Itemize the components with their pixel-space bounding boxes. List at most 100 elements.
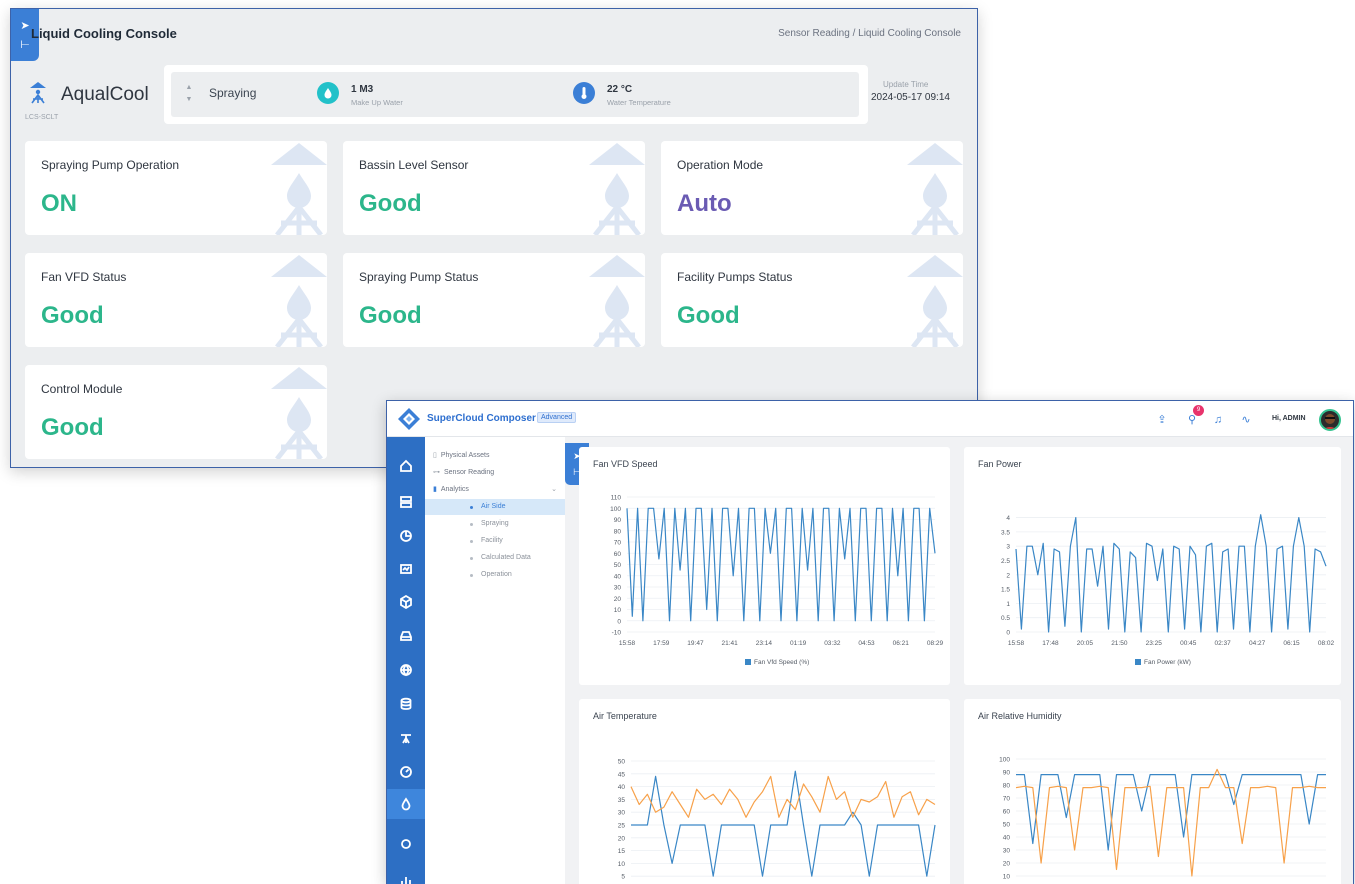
- rail-servers[interactable]: [387, 487, 425, 517]
- rail-packages[interactable]: [387, 587, 425, 617]
- series-line: [630, 775, 936, 818]
- tree-sub-air-side[interactable]: Air Side: [425, 499, 565, 515]
- water-temp-label: Water Temperature: [607, 98, 671, 107]
- globe-icon: [400, 664, 412, 677]
- send-icon: ➤: [20, 20, 30, 32]
- supercloud-logo-icon[interactable]: [397, 407, 421, 431]
- y-tick-label: 20: [1003, 861, 1011, 868]
- y-tick-label: 30: [1003, 848, 1011, 855]
- rail-network[interactable]: [387, 655, 425, 685]
- bar-chart-icon: [401, 877, 411, 884]
- x-tick-label: 03:32: [824, 640, 841, 647]
- tree-item-sensor-reading[interactable]: ⊶ Sensor Reading: [433, 468, 494, 476]
- update-time-value: 2024-05-17 09:14: [871, 92, 950, 103]
- x-tick-label: 02:37: [1215, 640, 1232, 647]
- drop-icon: [401, 797, 411, 811]
- cooling-tower-watermark-icon: [271, 367, 327, 459]
- y-tick-label: 50: [618, 759, 626, 766]
- cooling-tower-watermark-icon: [589, 255, 645, 347]
- y-tick-label: 10: [614, 607, 622, 614]
- card-label: Spraying Pump Operation: [41, 158, 180, 172]
- activity-icon[interactable]: ∿: [1239, 413, 1253, 427]
- rail-liquid-cooling[interactable]: [387, 789, 425, 819]
- hierarchy-icon: ⊢: [20, 39, 30, 51]
- user-greeting[interactable]: Hi, ADMIN: [1272, 415, 1306, 422]
- rail-reports[interactable]: [387, 521, 425, 551]
- y-tick-label: 40: [1003, 835, 1011, 842]
- makeup-water-label: Make Up Water: [351, 98, 403, 107]
- y-tick-label: 100: [610, 506, 621, 513]
- icon-rail: [387, 437, 425, 884]
- breadcrumb[interactable]: Sensor Reading / Liquid Cooling Console: [778, 28, 961, 39]
- x-tick-label: 23:25: [1146, 640, 1163, 647]
- y-tick-label: 30: [614, 585, 622, 592]
- bell-icon[interactable]: ♫: [1211, 413, 1225, 427]
- rail-home[interactable]: [387, 451, 425, 481]
- mode-stepper[interactable]: ▲ ▼: [184, 82, 194, 108]
- tree-sub-calculated-data[interactable]: Calculated Data: [425, 550, 565, 566]
- status-card: Operation Mode Auto: [661, 141, 963, 235]
- card-label: Bassin Level Sensor: [359, 158, 469, 172]
- sensor-icon: ⊶: [433, 469, 440, 476]
- edition-badge: Advanced: [537, 412, 577, 423]
- card-value: Good: [359, 302, 422, 329]
- status-card: Fan VFD Status Good: [25, 253, 327, 347]
- tree-sub-operation[interactable]: Operation: [425, 567, 565, 583]
- y-tick-label: 4: [1006, 515, 1010, 522]
- chart-panel-air-relative-humidity: Air Relative Humidity 010203040506070809…: [964, 699, 1341, 884]
- x-tick-label: 01:19: [790, 640, 807, 647]
- upload-icon[interactable]: ⇪: [1155, 413, 1169, 427]
- tree-sub-spraying[interactable]: Spraying: [425, 516, 565, 532]
- tree-item-analytics[interactable]: ▮ Analytics ⌄: [433, 485, 557, 493]
- notification-count-badge: 9: [1193, 405, 1204, 416]
- y-tick-label: 1: [1006, 601, 1010, 608]
- tree-sub-facility[interactable]: Facility: [425, 533, 565, 549]
- rail-storage[interactable]: [387, 621, 425, 651]
- x-tick-label: 19:47: [687, 640, 704, 647]
- y-tick-label: 0: [617, 618, 621, 625]
- tree-item-physical-assets[interactable]: ▯ Physical Assets: [433, 451, 490, 459]
- rail-database[interactable]: [387, 689, 425, 719]
- x-tick-label: 17:59: [653, 640, 670, 647]
- status-card: Bassin Level Sensor Good: [343, 141, 645, 235]
- y-tick-label: 20: [614, 596, 622, 603]
- card-label: Control Module: [41, 382, 123, 396]
- card-label: Spraying Pump Status: [359, 270, 479, 284]
- x-tick-label: 08:02: [1318, 640, 1335, 647]
- card-label: Facility Pumps Status: [677, 270, 793, 284]
- status-card: Control Module Good: [25, 365, 327, 459]
- monitor-icon: [400, 564, 412, 574]
- water-temp-value: 22 °C: [607, 84, 633, 95]
- database-icon: [400, 697, 412, 710]
- y-tick-label: 50: [614, 562, 622, 569]
- rail-cooling[interactable]: [387, 723, 425, 753]
- y-tick-label: 10: [1003, 874, 1011, 881]
- y-tick-label: 20: [618, 835, 626, 842]
- air-relative-humidity-chart: 0102030405060708090100: [999, 757, 1326, 881]
- legend: Fan Power (kW): [1135, 659, 1191, 666]
- y-tick-label: 0.5: [1001, 615, 1010, 622]
- brand-code: LCS-SCLT: [25, 114, 59, 121]
- y-tick-label: 3: [1006, 544, 1010, 551]
- y-tick-label: 1.5: [1001, 587, 1010, 594]
- y-tick-label: 15: [618, 848, 626, 855]
- app-name: SuperCloud Composer: [427, 413, 536, 424]
- rail-status[interactable]: [387, 829, 425, 859]
- cooling-tower-watermark-icon: [271, 143, 327, 235]
- x-tick-label: 23:14: [756, 640, 773, 647]
- cube-icon: [400, 595, 412, 609]
- y-tick-label: 35: [618, 797, 626, 804]
- card-value: Good: [41, 302, 104, 329]
- chart-panel-fan-power: Fan Power 0 0.5 1 1.5 2 2.5 3 3.5 4 15:58 17:48 20:…: [964, 447, 1341, 685]
- x-tick-label: 20:05: [1077, 640, 1094, 647]
- rail-analytics[interactable]: [387, 865, 425, 884]
- rail-monitor[interactable]: [387, 554, 425, 584]
- analytics-icon: ▮: [433, 486, 437, 493]
- avatar[interactable]: [1319, 409, 1341, 431]
- rail-gauge[interactable]: [387, 757, 425, 787]
- x-tick-label: 00:45: [1180, 640, 1197, 647]
- mode-select-value[interactable]: Spraying: [209, 86, 256, 100]
- y-tick-label: 60: [614, 551, 622, 558]
- x-tick-label: 06:15: [1283, 640, 1300, 647]
- y-tick-label: 80: [614, 528, 622, 535]
